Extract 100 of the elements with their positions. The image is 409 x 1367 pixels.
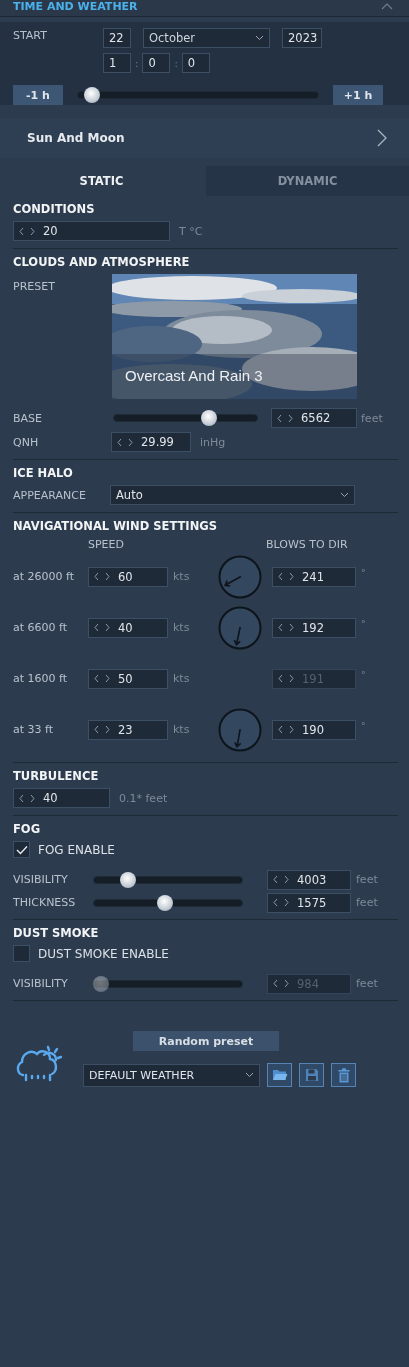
checkbox[interactable] <box>13 841 30 858</box>
save-icon[interactable] <box>299 1063 324 1087</box>
column-header: SPEED <box>88 538 125 551</box>
direction-field[interactable]: 190 <box>272 719 356 740</box>
caret-icon <box>245 1072 254 1078</box>
appearance-dropdown[interactable]: Auto <box>110 485 355 505</box>
year-field[interactable]: 2023 <box>282 28 322 48</box>
month-dropdown[interactable]: October <box>143 28 270 48</box>
slider-label: VISIBILITY <box>13 977 69 990</box>
unit-label: kts <box>173 570 191 583</box>
slider[interactable] <box>93 871 243 888</box>
speed-field[interactable]: 40 <box>88 617 168 638</box>
section-title: CLOUDS AND ATMOSPHERE <box>13 255 191 269</box>
section-title: FOG <box>13 822 42 836</box>
value-field[interactable]: 4003 <box>267 869 351 890</box>
temperature-field[interactable]: 20 <box>13 221 170 241</box>
slider-thumb[interactable] <box>83 87 100 103</box>
unit-label: feet <box>356 977 378 990</box>
checkbox[interactable] <box>13 945 30 962</box>
spin-arrows-icon[interactable] <box>278 623 294 632</box>
trash-icon[interactable] <box>331 1063 356 1087</box>
degree-sign: ° <box>361 720 366 731</box>
direction-field[interactable]: 192 <box>272 617 356 638</box>
spin-arrows-icon[interactable] <box>94 725 110 734</box>
direction-field[interactable]: 241 <box>272 566 356 587</box>
altitude-label: at 33 ft <box>13 723 55 736</box>
spin-arrows-icon[interactable] <box>19 226 35 236</box>
unit-label: inHg <box>200 435 226 449</box>
random-preset-button[interactable]: Random preset <box>133 1031 279 1051</box>
degree-sign: ° <box>361 669 366 680</box>
column-header: BLOWS TO DIR <box>266 538 348 551</box>
turbulence-field[interactable]: 40 <box>13 788 110 808</box>
section-title: NAVIGATIONAL WIND SETTINGS <box>13 519 218 533</box>
qnh-label: QNH <box>13 435 40 449</box>
weather-preset-dropdown[interactable]: DEFAULT WEATHER <box>83 1063 260 1087</box>
qnh-field[interactable]: 29.99 <box>111 432 191 452</box>
altitude-label: at 1600 ft <box>13 672 69 685</box>
spin-arrows-icon[interactable] <box>117 437 133 447</box>
slider-thumb[interactable] <box>157 894 174 911</box>
collapse-icon[interactable] <box>381 2 393 10</box>
checkbox-label: DUST SMOKE ENABLE <box>38 946 169 961</box>
speed-field[interactable]: 23 <box>88 719 168 740</box>
chevron-right-icon <box>377 129 387 147</box>
section-title: CONDITIONS <box>13 202 96 216</box>
speed-field[interactable]: 60 <box>88 566 168 587</box>
unit-label: kts <box>173 672 191 685</box>
preset-label: PRESET <box>13 280 56 295</box>
time-slider[interactable] <box>77 87 319 103</box>
unit-label: kts <box>173 621 191 634</box>
window-title: TIME AND WEATHER <box>13 0 138 13</box>
spin-arrows-icon[interactable] <box>277 413 293 423</box>
spin-arrows-icon[interactable] <box>273 875 289 884</box>
hour-field[interactable]: 1 <box>103 53 131 73</box>
base-label: BASE <box>13 411 43 425</box>
section-title: TURBULENCE <box>13 769 100 783</box>
spin-arrows-icon[interactable] <box>19 793 35 803</box>
altitude-label: at 6600 ft <box>13 621 69 634</box>
minute-field[interactable]: 0 <box>142 53 171 73</box>
time-separator: : <box>135 57 139 69</box>
slider-thumb[interactable] <box>200 410 217 426</box>
caret-icon <box>340 492 349 498</box>
start-label: START <box>13 29 48 44</box>
unit-label: feet <box>361 411 383 425</box>
slider[interactable] <box>93 894 243 911</box>
day-field[interactable]: 22 <box>103 28 131 48</box>
second-field[interactable]: 0 <box>181 53 210 73</box>
base-field[interactable]: 6562 <box>271 408 357 428</box>
slider-thumb[interactable] <box>119 871 136 888</box>
unit-label: feet <box>356 896 378 909</box>
degree-sign: ° <box>361 567 366 578</box>
plus-hour-button[interactable]: +1 h <box>333 85 383 105</box>
minus-hour-button[interactable]: -1 h <box>13 85 63 105</box>
spin-arrows-icon[interactable] <box>278 725 294 734</box>
appearance-label: APPEARANCE <box>13 488 87 502</box>
preset-caption: Overcast And Rain 3 <box>125 367 263 384</box>
slider-label: THICKNESS <box>13 896 77 909</box>
unit-label: feet <box>356 873 378 886</box>
degree-sign: ° <box>361 618 366 629</box>
spin-arrows-icon[interactable] <box>94 674 110 683</box>
folder-icon[interactable] <box>267 1063 292 1087</box>
base-slider[interactable] <box>113 410 258 426</box>
time-separator: : <box>174 57 178 69</box>
checkbox-label: FOG ENABLE <box>38 842 115 857</box>
spin-arrows-icon[interactable] <box>94 572 110 581</box>
spin-arrows-icon[interactable] <box>94 623 110 632</box>
slider-label: VISIBILITY <box>13 873 69 886</box>
tab[interactable]: DYNAMIC <box>206 166 409 196</box>
unit-label: 0.1* feet <box>119 791 168 805</box>
slider[interactable] <box>93 975 243 992</box>
unit-label: T °C <box>179 224 203 238</box>
unit-label: kts <box>173 723 191 736</box>
section-title: DUST SMOKE <box>13 926 100 940</box>
section-title: ICE HALO <box>13 466 74 480</box>
spin-arrows-icon[interactable] <box>273 898 289 907</box>
altitude-label: at 26000 ft <box>13 570 76 583</box>
sun-and-moon-row[interactable]: Sun And Moon <box>0 118 409 158</box>
caret-icon <box>255 35 264 41</box>
spin-arrows-icon[interactable] <box>278 572 294 581</box>
spin-arrows-icon[interactable] <box>273 979 289 988</box>
value-field[interactable]: 1575 <box>267 892 351 913</box>
